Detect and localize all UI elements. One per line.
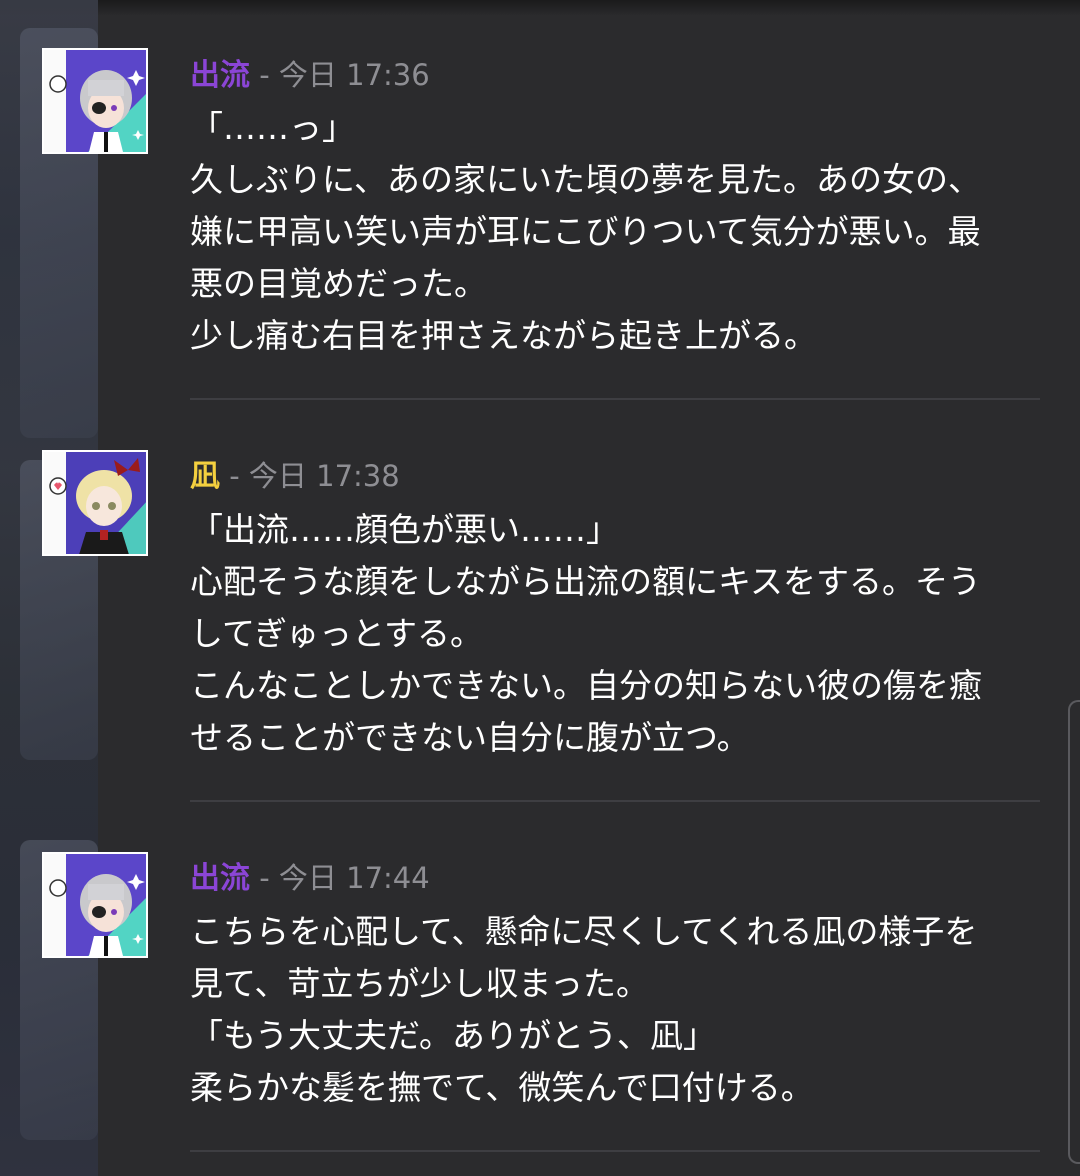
message-line: 「……っ」 <box>190 108 355 147</box>
message-line: 心配そうな顔をしながら出流の額にキスをする。そう <box>190 562 982 601</box>
message-divider <box>190 800 1040 802</box>
header-separator: - <box>250 58 279 92</box>
message-line: 柔らかな髪を撫でて、微笑んで口付ける。 <box>190 1068 814 1107</box>
silver-haired-eyepatch-avatar-icon <box>44 50 146 152</box>
message-header: 凪 - 今日 17:38 <box>190 456 400 496</box>
message-header: 出流 - 今日 17:36 <box>190 55 430 95</box>
message-line: こんなことしかできない。自分の知らない彼の傷を癒 <box>190 666 982 705</box>
blonde-bow-avatar-icon <box>44 452 146 554</box>
message-line: してぎゅっとする。 <box>190 614 484 653</box>
message-line: 悪の目覚めだった。 <box>190 264 487 303</box>
message-divider <box>190 398 1040 400</box>
message-line: 嫌に甲高い笑い声が耳にこびりついて気分が悪い。最 <box>190 212 981 251</box>
message-line: 少し痛む右目を押さえながら起き上がる。 <box>190 316 817 355</box>
author-name[interactable]: 凪 <box>190 459 220 494</box>
message-body: 「出流……顔色が悪い……」 心配そうな顔をしながら出流の額にキスをする。そう し… <box>190 504 1040 764</box>
avatar[interactable] <box>42 48 148 154</box>
message-divider <box>190 1150 1040 1152</box>
message-line: 見て、苛立ちが少し収まった。 <box>190 964 650 1003</box>
message-line: 久しぶりに、あの家にいた頃の夢を見た。あの女の、 <box>190 160 982 199</box>
header-separator: - <box>220 459 249 493</box>
message-body: こちらを心配して、懸命に尽くしてくれる凪の様子を 見て、苛立ちが少し収まった。 … <box>190 906 1040 1114</box>
timestamp: 今日 17:44 <box>278 861 430 895</box>
message-body: 「……っ」 久しぶりに、あの家にいた頃の夢を見た。あの女の、 嫌に甲高い笑い声が… <box>190 102 1040 362</box>
silver-haired-eyepatch-avatar-icon <box>44 854 146 956</box>
message-line: 「もう大丈夫だ。ありがとう、凪」 <box>190 1016 717 1055</box>
timestamp: 今日 17:36 <box>278 58 430 92</box>
side-panel-handle[interactable] <box>1068 700 1080 1164</box>
message-line: せることができない自分に腹が立つ。 <box>190 718 750 757</box>
author-name[interactable]: 出流 <box>190 58 250 93</box>
message-line: こちらを心配して、懸命に尽くしてくれる凪の様子を <box>190 912 978 951</box>
top-shadow <box>0 0 1080 16</box>
author-name[interactable]: 出流 <box>190 861 250 896</box>
message-line: 「出流……顔色が悪い……」 <box>190 510 619 549</box>
avatar[interactable] <box>42 450 148 556</box>
message-header: 出流 - 今日 17:44 <box>190 858 430 898</box>
timestamp: 今日 17:38 <box>248 459 400 493</box>
avatar[interactable] <box>42 852 148 958</box>
header-separator: - <box>250 861 279 895</box>
